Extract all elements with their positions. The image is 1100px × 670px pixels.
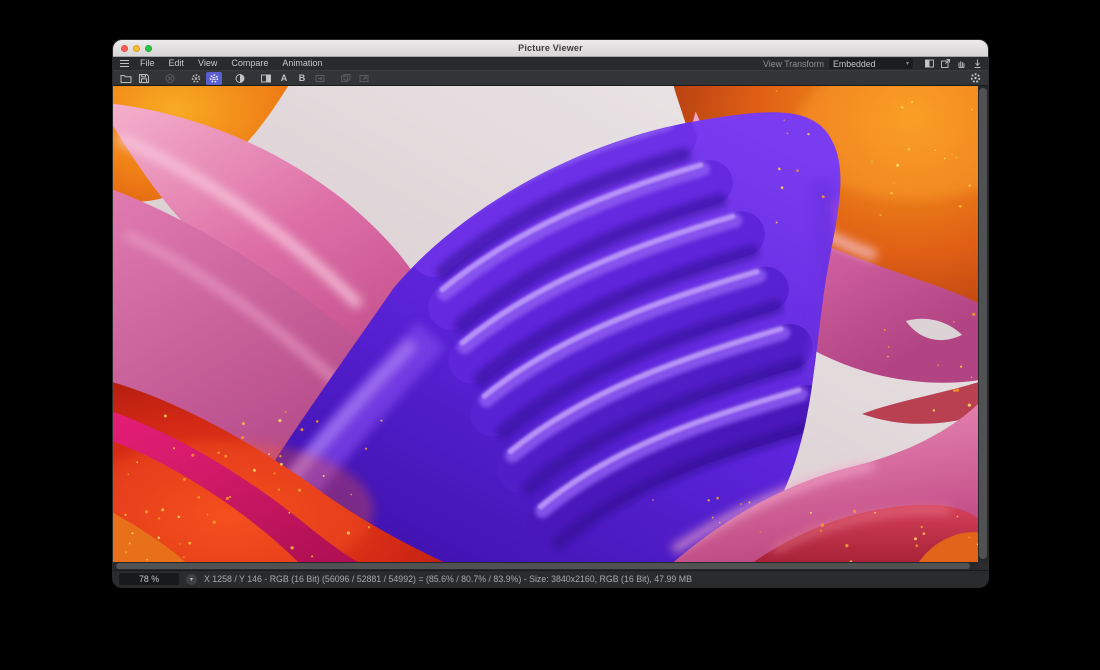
dock-icon[interactable] — [972, 58, 983, 69]
view-transform-label: View Transform — [763, 59, 824, 69]
menu-bar: File Edit View Compare Animation View Tr… — [113, 57, 988, 70]
vertical-scrollbar-handle[interactable] — [979, 88, 987, 559]
menu-compare[interactable]: Compare — [224, 57, 275, 70]
stop-render-icon — [162, 72, 178, 85]
titlebar[interactable]: Picture Viewer — [113, 40, 988, 57]
open-file-button[interactable] — [118, 72, 134, 85]
view-transform-select[interactable]: Embedded ▾ — [829, 58, 913, 69]
swap-ab-icon — [312, 72, 328, 85]
image-filter-gear-button[interactable] — [967, 72, 983, 85]
image-b-button[interactable]: B — [294, 72, 310, 85]
toolbar: A B — [113, 70, 988, 86]
image-a-button[interactable]: A — [276, 72, 292, 85]
save-button[interactable] — [136, 72, 152, 85]
zoom-level-input[interactable]: 78 % — [119, 573, 179, 585]
a-label: A — [281, 73, 288, 83]
chevron-down-icon: ▾ — [190, 576, 193, 583]
picture-viewer-window: Picture Viewer File Edit View Compare An… — [113, 40, 988, 587]
status-bar: 78 % ▾ X 1258 / Y 146 - RGB (16 Bit) (56… — [113, 571, 988, 587]
desktop-background: Picture Viewer File Edit View Compare An… — [0, 0, 1100, 670]
viewer-image[interactable] — [113, 86, 978, 562]
pan-hand-icon[interactable] — [956, 58, 967, 69]
hamburger-menu-icon[interactable] — [120, 60, 129, 67]
export-icon — [356, 72, 372, 85]
float-window-icon[interactable] — [940, 58, 951, 69]
pixel-info-text: X 1258 / Y 146 - RGB (16 Bit) (56096 / 5… — [204, 574, 692, 584]
zoom-preset-dropdown[interactable]: ▾ — [186, 574, 197, 585]
menu-view[interactable]: View — [191, 57, 224, 70]
horizontal-scrollbar-handle[interactable] — [116, 563, 970, 569]
scrollbar-corner — [978, 562, 988, 570]
contrast-button[interactable] — [232, 72, 248, 85]
image-viewport — [113, 86, 988, 571]
chevron-down-icon: ▾ — [906, 61, 909, 67]
compare-ab-button[interactable] — [258, 72, 274, 85]
window-title: Picture Viewer — [113, 43, 988, 53]
vertical-scrollbar[interactable] — [978, 86, 988, 562]
menu-animation[interactable]: Animation — [275, 57, 329, 70]
render-settings-button[interactable] — [188, 72, 204, 85]
split-view-icon[interactable] — [924, 58, 935, 69]
copy-icon — [338, 72, 354, 85]
menu-file[interactable]: File — [133, 57, 162, 70]
menu-edit[interactable]: Edit — [162, 57, 192, 70]
horizontal-scrollbar[interactable] — [113, 562, 978, 570]
view-transform-value: Embedded — [833, 59, 876, 69]
abstract-render — [113, 86, 978, 562]
b-label: B — [299, 73, 306, 83]
filter-settings-button-active[interactable] — [206, 72, 222, 85]
